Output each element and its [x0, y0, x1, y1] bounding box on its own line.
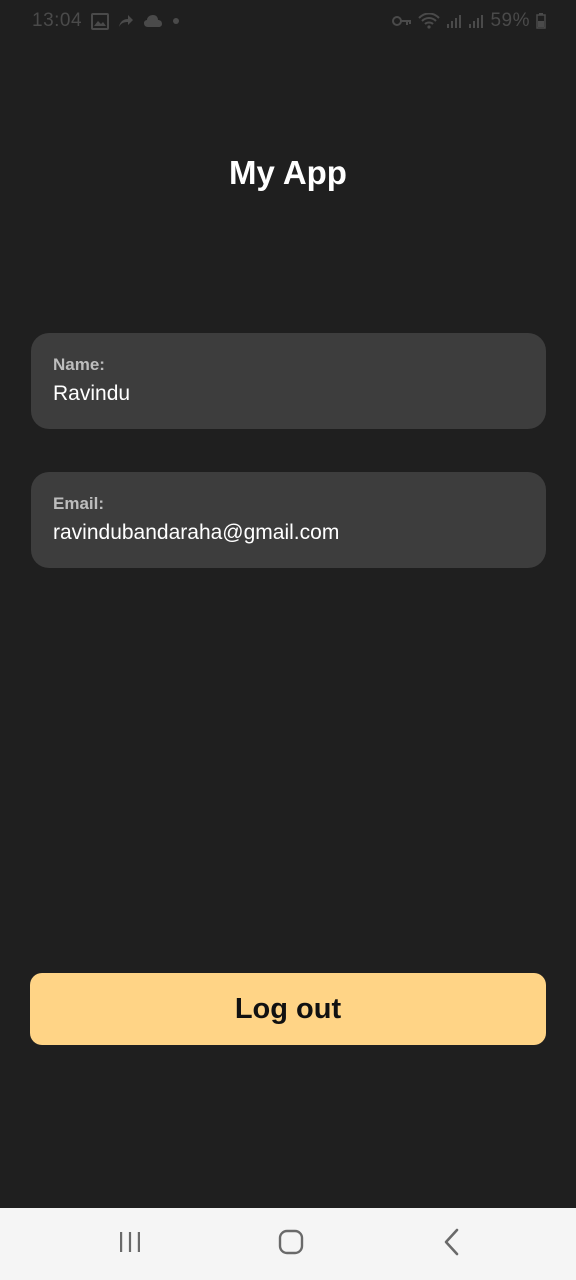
page-title: My App [229, 154, 347, 191]
gallery-icon [91, 12, 110, 30]
dot-icon [172, 17, 180, 25]
recents-button[interactable] [110, 1228, 150, 1260]
name-label: Name: [53, 355, 105, 374]
signal-icon [446, 13, 462, 29]
share-arrow-icon [118, 14, 134, 28]
status-time: 13:04 [32, 10, 83, 31]
home-button[interactable] [271, 1228, 311, 1260]
key-icon [392, 15, 412, 27]
signal-icon [468, 13, 484, 29]
status-bar: 13:04 59% [0, 0, 576, 42]
home-icon [278, 1229, 304, 1260]
email-value: ravindubandaraha@gmail.com [53, 521, 340, 544]
email-label: Email: [53, 494, 105, 513]
email-card: Email: ravindubandaraha@gmail.com [31, 472, 546, 568]
back-button[interactable] [432, 1228, 472, 1260]
navigation-bar [0, 1208, 576, 1280]
battery-icon [536, 13, 546, 29]
name-card: Name: Ravindu [31, 333, 546, 429]
recents-icon [117, 1230, 143, 1259]
logout-button[interactable]: Log out [30, 973, 546, 1045]
status-left-group: 13:04 [32, 10, 180, 32]
status-right-group: 59% [392, 10, 546, 32]
name-value: Ravindu [53, 382, 131, 405]
cloud-icon [143, 14, 163, 28]
back-icon [442, 1228, 462, 1261]
wifi-icon [418, 13, 441, 29]
battery-percent: 59% [490, 10, 530, 31]
